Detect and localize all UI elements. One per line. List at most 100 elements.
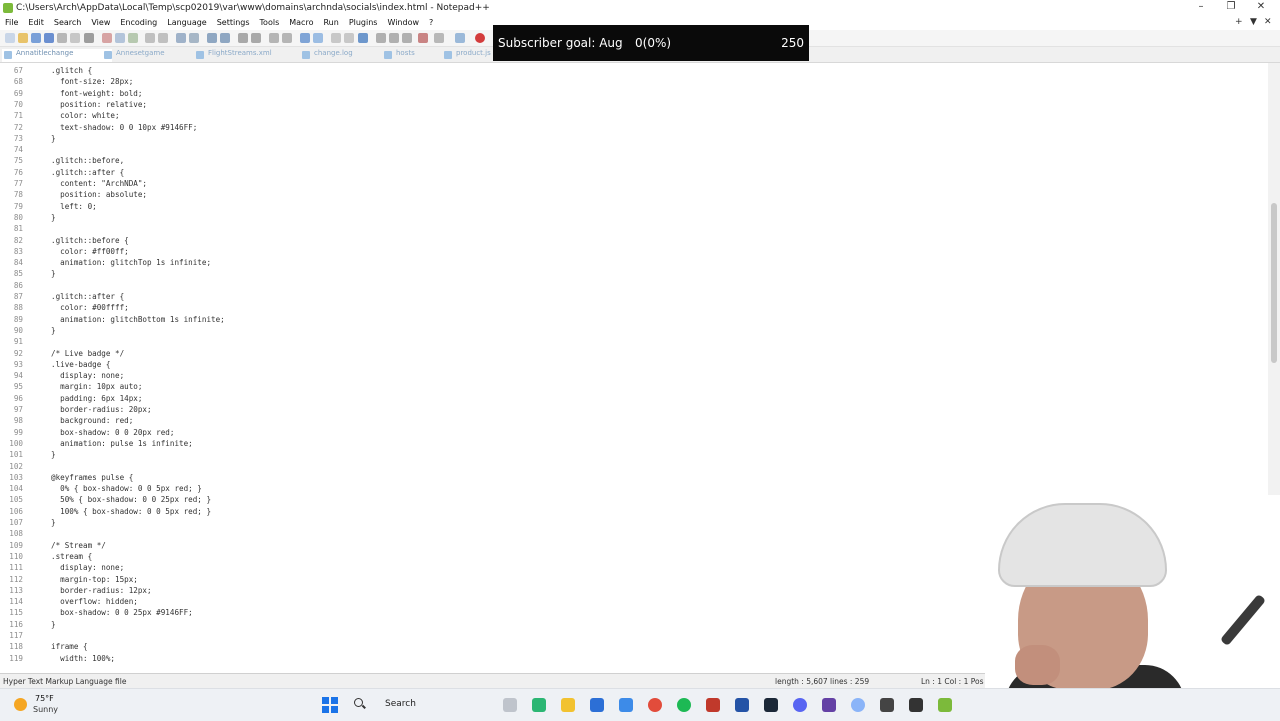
lang-icon[interactable] <box>300 33 310 43</box>
line-text[interactable]: box-shadow: 0 0 20px red; <box>51 427 174 438</box>
minimize-button[interactable]: – <box>1186 1 1216 12</box>
code-line[interactable]: 68 font-size: 28px; <box>0 76 1260 87</box>
line-text[interactable]: width: 100%; <box>51 653 115 664</box>
code-line[interactable]: 86 <box>0 280 1260 291</box>
weather-temperature[interactable]: 75°F <box>35 694 54 703</box>
spell-check-icon[interactable] <box>455 33 465 43</box>
maximize-button[interactable]: ❐ <box>1216 1 1246 12</box>
save-icon[interactable] <box>31 33 41 43</box>
code-line[interactable]: 80} <box>0 212 1260 223</box>
new-file-icon[interactable] <box>5 33 15 43</box>
folder-workspace-icon[interactable] <box>344 33 354 43</box>
app-dark-icon[interactable] <box>909 698 923 712</box>
line-text[interactable]: text-shadow: 0 0 10px #9146FF; <box>51 122 197 133</box>
code-line[interactable]: 87 .glitch::after { <box>0 291 1260 302</box>
spotify-icon[interactable] <box>677 698 691 712</box>
line-text[interactable]: display: none; <box>51 562 124 573</box>
code-line[interactable]: 99 box-shadow: 0 0 20px red; <box>0 427 1260 438</box>
line-text[interactable]: .live-badge { <box>51 359 110 370</box>
sync-scroll-icon[interactable] <box>238 33 248 43</box>
line-text[interactable]: .glitch::after { <box>51 291 124 302</box>
line-text[interactable]: .glitch::before, <box>51 155 124 166</box>
code-line[interactable]: 94 display: none; <box>0 370 1260 381</box>
chrome-icon[interactable] <box>648 698 662 712</box>
code-line[interactable]: 97 border-radius: 20px; <box>0 404 1260 415</box>
close-all-icon[interactable] <box>70 33 80 43</box>
function-list-icon[interactable] <box>331 33 341 43</box>
code-line[interactable]: 92 /* Live badge */ <box>0 348 1260 359</box>
cut-icon[interactable] <box>102 33 112 43</box>
line-text[interactable]: font-weight: bold; <box>51 88 142 99</box>
line-text[interactable]: 0% { box-shadow: 0 0 5px red; } <box>51 483 202 494</box>
tab-list-button[interactable]: ▼ <box>1250 17 1257 27</box>
code-line[interactable]: 71 color: white; <box>0 110 1260 121</box>
copy-icon[interactable] <box>115 33 125 43</box>
macro-save-icon[interactable] <box>434 33 444 43</box>
code-line[interactable]: 76 .glitch::after { <box>0 167 1260 178</box>
find-icon[interactable] <box>176 33 186 43</box>
line-text[interactable]: } <box>51 212 56 223</box>
line-text[interactable]: 100% { box-shadow: 0 0 5px red; } <box>51 506 211 517</box>
code-line[interactable]: 104 0% { box-shadow: 0 0 5px red; } <box>0 483 1260 494</box>
menu-file[interactable]: File <box>0 16 23 27</box>
taskbar-search[interactable]: Search <box>348 694 478 714</box>
save-all-icon[interactable] <box>44 33 54 43</box>
tab-annesetgame[interactable]: Annesetgame <box>102 49 204 62</box>
line-text[interactable]: iframe { <box>51 641 88 652</box>
obs-icon[interactable] <box>822 698 836 712</box>
line-text[interactable]: } <box>51 517 56 528</box>
tab-annatitlechange[interactable]: Annatitlechange <box>2 49 112 62</box>
code-line[interactable]: 82 .glitch::before { <box>0 235 1260 246</box>
menu-run[interactable]: Run <box>318 16 343 27</box>
code-line[interactable]: 78 position: absolute; <box>0 189 1260 200</box>
zoom-in-icon[interactable] <box>207 33 217 43</box>
menu-tools[interactable]: Tools <box>255 16 285 27</box>
code-line[interactable]: 98 background: red; <box>0 415 1260 426</box>
code-line[interactable]: 73} <box>0 133 1260 144</box>
code-line[interactable]: 95 margin: 10px auto; <box>0 381 1260 392</box>
macro-play-icon[interactable] <box>402 33 412 43</box>
menu-help[interactable]: ? <box>424 16 438 27</box>
monitor-icon[interactable] <box>358 33 368 43</box>
line-text[interactable]: @keyframes pulse { <box>51 472 133 483</box>
menu-search[interactable]: Search <box>49 16 86 27</box>
line-text[interactable]: margin-top: 15px; <box>51 574 138 585</box>
code-line[interactable]: 83 color: #ff00ff; <box>0 246 1260 257</box>
code-line[interactable]: 93 .live-badge { <box>0 359 1260 370</box>
file-explorer-icon[interactable] <box>561 698 575 712</box>
app-red-icon[interactable] <box>706 698 720 712</box>
browser-icon[interactable] <box>851 698 865 712</box>
close-file-icon[interactable] <box>57 33 67 43</box>
indent-guide-icon[interactable] <box>282 33 292 43</box>
menu-macro[interactable]: Macro <box>284 16 318 27</box>
line-text[interactable]: position: relative; <box>51 99 147 110</box>
menu-settings[interactable]: Settings <box>212 16 255 27</box>
line-text[interactable]: color: #00ffff; <box>51 302 129 313</box>
record-icon[interactable] <box>475 33 485 43</box>
notepadpp-taskbar-icon[interactable] <box>938 698 952 712</box>
code-line[interactable]: 91 <box>0 336 1260 347</box>
code-line[interactable]: 103 @keyframes pulse { <box>0 472 1260 483</box>
code-line[interactable]: 89 animation: glitchBottom 1s infinite; <box>0 314 1260 325</box>
widgets-app-icon[interactable] <box>532 698 546 712</box>
menu-view[interactable]: View <box>86 16 115 27</box>
line-text[interactable]: overflow: hidden; <box>51 596 138 607</box>
line-text[interactable]: background: red; <box>51 415 133 426</box>
line-text[interactable]: animation: glitchBottom 1s infinite; <box>51 314 225 325</box>
zoom-out-icon[interactable] <box>220 33 230 43</box>
close-button[interactable]: ✕ <box>1246 1 1276 12</box>
tab-changelog[interactable]: change.log <box>300 49 392 62</box>
code-line[interactable]: 101} <box>0 449 1260 460</box>
line-text[interactable]: } <box>51 619 56 630</box>
line-text[interactable]: left: 0; <box>51 201 97 212</box>
word-wrap-icon[interactable] <box>251 33 261 43</box>
weather-condition[interactable]: Sunny <box>33 705 58 714</box>
menu-encoding[interactable]: Encoding <box>115 16 162 27</box>
replace-icon[interactable] <box>189 33 199 43</box>
line-text[interactable]: position: absolute; <box>51 189 147 200</box>
code-line[interactable]: 74 <box>0 144 1260 155</box>
line-text[interactable]: 50% { box-shadow: 0 0 25px red; } <box>51 494 211 505</box>
line-text[interactable]: .glitch::before { <box>51 235 129 246</box>
line-text[interactable]: font-size: 28px; <box>51 76 133 87</box>
code-line[interactable]: 70 position: relative; <box>0 99 1260 110</box>
